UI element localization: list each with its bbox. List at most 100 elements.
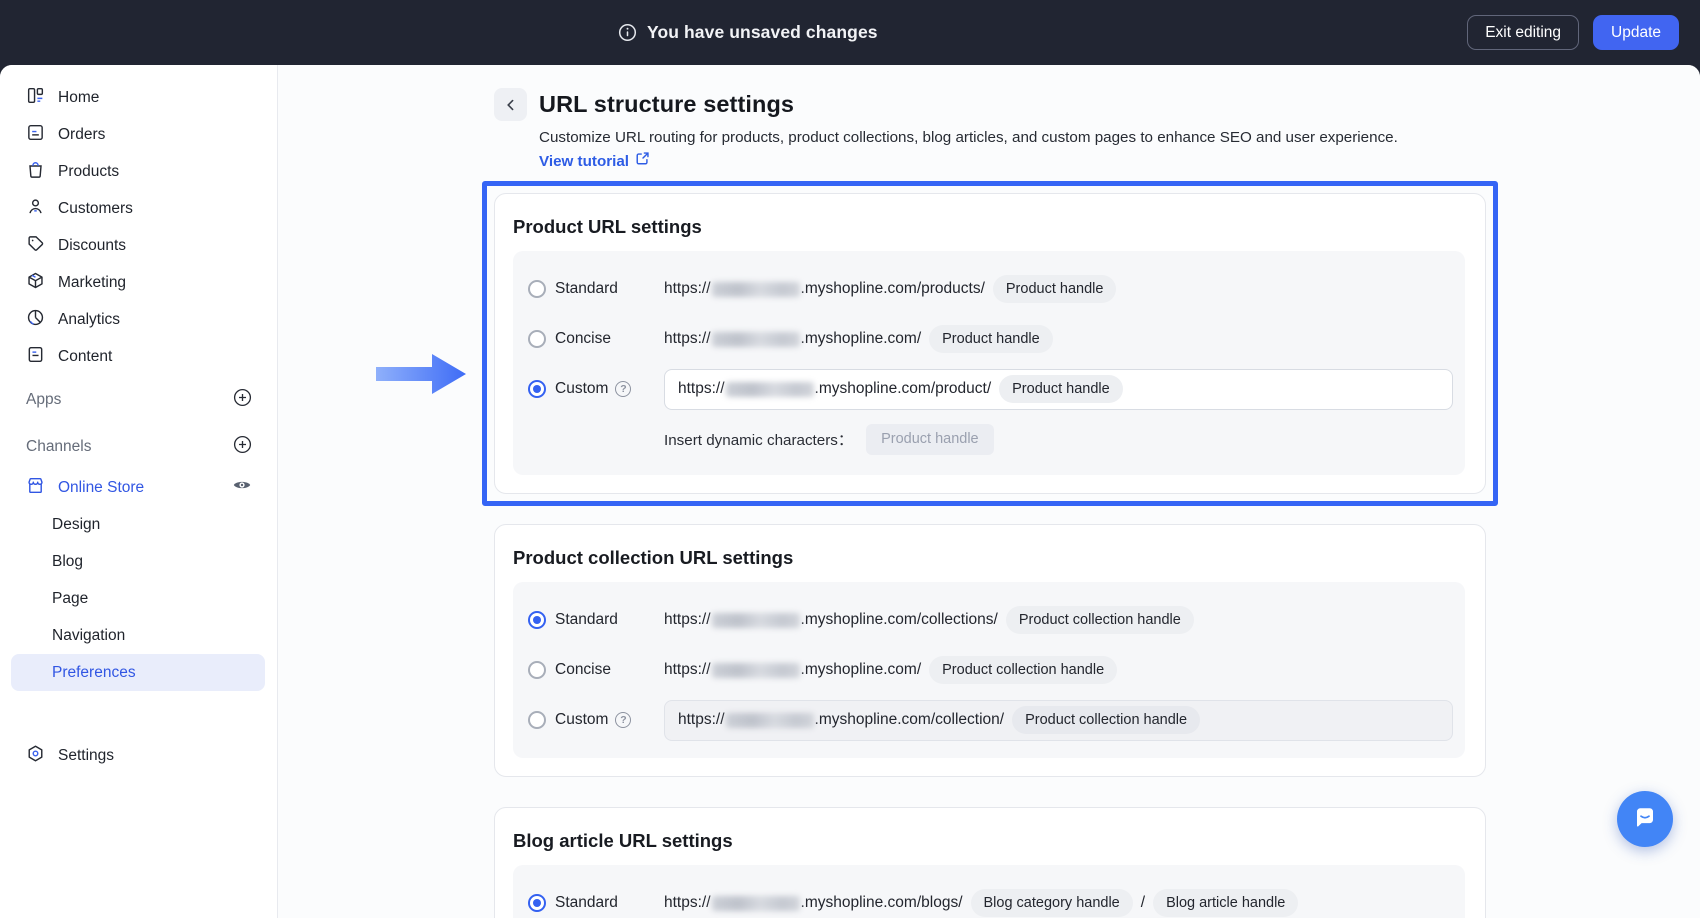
- url-suffix: .myshopline.com/collection/: [815, 711, 1005, 729]
- plus-icon[interactable]: [233, 435, 252, 459]
- sidebar-item-page[interactable]: Page: [11, 580, 265, 617]
- url-suffix: .myshopline.com/collections/: [801, 611, 998, 629]
- url-prefix: https://: [664, 661, 711, 679]
- blurred-store-name: [726, 713, 814, 728]
- discounts-icon: [26, 234, 45, 258]
- sidebar-item-navigation[interactable]: Navigation: [11, 617, 265, 654]
- collection-custom-row: Custom ? https:// .myshopline.com/collec…: [528, 695, 1453, 745]
- blog-article-handle-chip: Blog article handle: [1153, 889, 1298, 917]
- analytics-icon: [26, 308, 45, 332]
- blog-category-handle-chip: Blog category handle: [971, 889, 1133, 917]
- blurred-store-name: [726, 382, 814, 397]
- url-suffix: .myshopline.com/products/: [801, 280, 985, 298]
- gear-icon: [26, 744, 45, 768]
- external-link-icon: [634, 150, 651, 172]
- product-url-options-panel: Standard https:// .myshopline.com/produc…: [513, 251, 1465, 475]
- insert-product-handle-button[interactable]: Product handle: [866, 424, 994, 455]
- sidebar-item-products[interactable]: Products: [0, 153, 277, 190]
- collection-concise-radio[interactable]: [528, 661, 546, 679]
- url-prefix: https://: [664, 330, 711, 348]
- sidebar-item-home[interactable]: Home: [0, 79, 277, 116]
- url-prefix: https://: [664, 894, 711, 912]
- blurred-store-name: [712, 663, 800, 678]
- url-preview: https:// .myshopline.com/products/ Produ…: [664, 275, 1116, 303]
- option-label: Standard: [555, 611, 618, 629]
- collection-handle-chip: Product collection handle: [929, 656, 1117, 684]
- product-concise-radio[interactable]: [528, 330, 546, 348]
- url-prefix: https://: [664, 280, 711, 298]
- blog-standard-radio[interactable]: [528, 894, 546, 912]
- blurred-store-name: [712, 613, 800, 628]
- products-icon: [26, 160, 45, 184]
- product-handle-chip: Product handle: [999, 375, 1123, 403]
- product-custom-row: Custom ? https:// .myshopline.com/produc…: [528, 364, 1453, 414]
- card-title: Product URL settings: [513, 216, 1465, 238]
- online-store-label: Online Store: [58, 479, 144, 497]
- sidebar-item-discounts[interactable]: Discounts: [0, 227, 277, 264]
- option-label: Custom: [555, 711, 608, 729]
- help-icon[interactable]: ?: [615, 712, 631, 728]
- sidebar-item-label: Home: [58, 89, 99, 107]
- plus-icon[interactable]: [233, 388, 252, 412]
- blog-url-options-panel: Standard https:// .myshopline.com/blogs/…: [513, 865, 1465, 918]
- sidebar-item-orders[interactable]: Orders: [0, 116, 277, 153]
- sidebar-item-label: Products: [58, 163, 119, 181]
- product-handle-chip: Product handle: [993, 275, 1117, 303]
- view-tutorial-link[interactable]: View tutorial: [539, 153, 629, 170]
- option-label: Concise: [555, 330, 611, 348]
- url-prefix: https://: [678, 711, 725, 729]
- sidebar-item-label: Discounts: [58, 237, 126, 255]
- sidebar-item-online-store[interactable]: Online Store: [0, 469, 277, 506]
- insert-dynamic-characters-row: Insert dynamic characters： Product handl…: [664, 418, 1453, 460]
- url-suffix: .myshopline.com/: [801, 661, 922, 679]
- sub-item-label: Navigation: [52, 627, 125, 645]
- blurred-store-name: [712, 332, 800, 347]
- sub-item-label: Preferences: [52, 664, 136, 682]
- update-button[interactable]: Update: [1593, 15, 1679, 50]
- sidebar-item-settings[interactable]: Settings: [0, 737, 277, 774]
- option-label: Standard: [555, 894, 618, 912]
- page-description: Customize URL routing for products, prod…: [539, 129, 1700, 146]
- sidebar-item-content[interactable]: Content: [0, 338, 277, 375]
- blurred-store-name: [712, 282, 800, 297]
- sidebar-item-blog[interactable]: Blog: [11, 543, 265, 580]
- collection-custom-radio[interactable]: [528, 711, 546, 729]
- sidebar-item-label: Marketing: [58, 274, 126, 292]
- sidebar-section-apps[interactable]: Apps: [0, 378, 277, 422]
- eye-icon[interactable]: [232, 475, 252, 500]
- product-custom-radio[interactable]: [528, 380, 546, 398]
- product-url-settings-card: Product URL settings Standard https:// .…: [494, 193, 1486, 494]
- sidebar-item-preferences[interactable]: Preferences: [11, 654, 265, 691]
- product-custom-url-input[interactable]: https:// .myshopline.com/product/ Produc…: [664, 369, 1453, 410]
- sidebar: Home Orders Products Customers Discounts…: [0, 65, 278, 918]
- sidebar-section-channels[interactable]: Channels: [0, 425, 277, 469]
- collection-custom-url-input[interactable]: https:// .myshopline.com/collection/ Pro…: [664, 700, 1453, 741]
- back-button[interactable]: [494, 88, 527, 121]
- url-suffix: .myshopline.com/: [801, 330, 922, 348]
- url-preview: https:// .myshopline.com/blogs/ Blog cat…: [664, 889, 1298, 917]
- help-icon[interactable]: ?: [615, 381, 631, 397]
- chat-widget-button[interactable]: [1617, 791, 1673, 847]
- topbar: You have unsaved changes Exit editing Up…: [0, 0, 1700, 65]
- sidebar-item-analytics[interactable]: Analytics: [0, 301, 277, 338]
- annotation-highlight-box: Product URL settings Standard https:// .…: [482, 181, 1498, 506]
- sidebar-item-design[interactable]: Design: [11, 506, 265, 543]
- topbar-actions: Exit editing Update: [1467, 15, 1700, 50]
- banner-text: You have unsaved changes: [647, 22, 878, 43]
- sidebar-item-marketing[interactable]: Marketing: [0, 264, 277, 301]
- card-title: Product collection URL settings: [513, 547, 1465, 569]
- collection-standard-radio[interactable]: [528, 611, 546, 629]
- sub-item-label: Design: [52, 516, 100, 534]
- product-handle-chip: Product handle: [929, 325, 1053, 353]
- tutorial-link-row[interactable]: View tutorial: [539, 150, 1700, 172]
- url-suffix: .myshopline.com/product/: [815, 380, 992, 398]
- product-standard-radio[interactable]: [528, 280, 546, 298]
- sidebar-item-label: Customers: [58, 200, 133, 218]
- exit-editing-button[interactable]: Exit editing: [1467, 15, 1579, 50]
- sidebar-item-customers[interactable]: Customers: [0, 190, 277, 227]
- sub-item-label: Blog: [52, 553, 83, 571]
- blog-url-settings-card: Blog article URL settings Standard https…: [494, 807, 1486, 918]
- channels-label: Channels: [26, 438, 92, 456]
- collection-url-settings-card: Product collection URL settings Standard…: [494, 524, 1486, 777]
- app-shell: Home Orders Products Customers Discounts…: [0, 65, 1700, 918]
